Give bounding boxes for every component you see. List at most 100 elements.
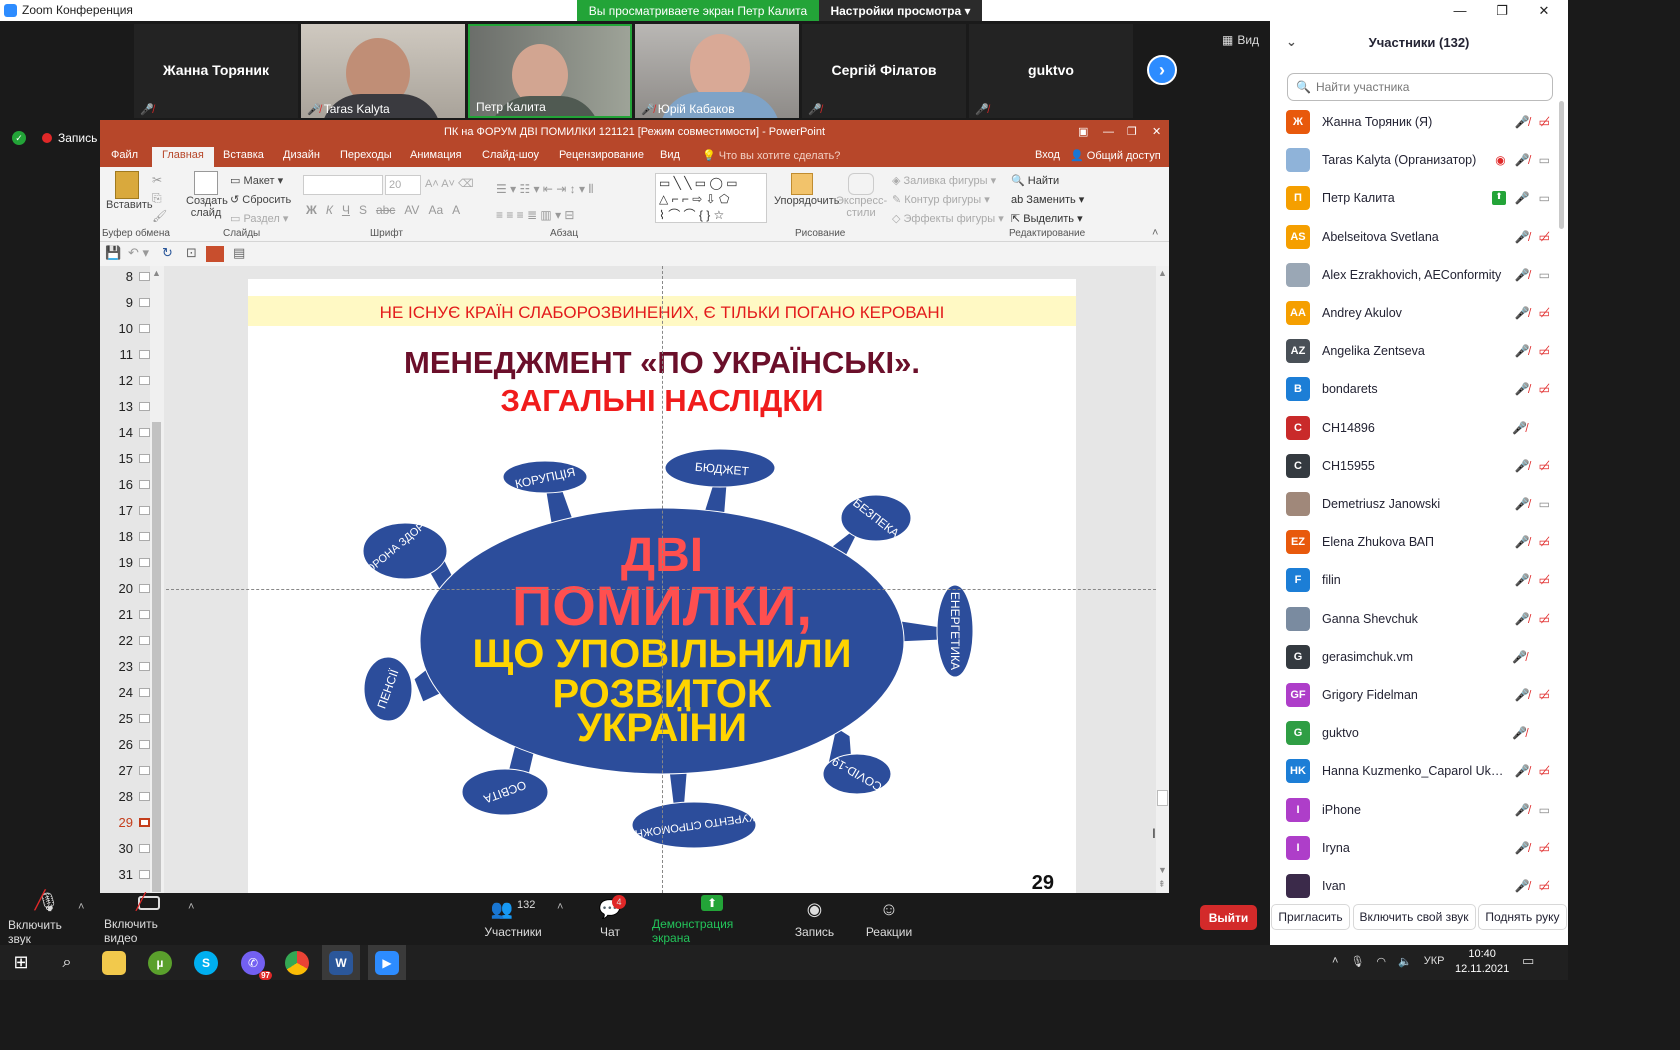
video-tile-petr[interactable]: Петр Калита	[468, 24, 632, 118]
tell-me-box[interactable]: 💡 Что вы хотите сделать?	[702, 149, 840, 162]
participant-row[interactable]: C CH15955 🎤̸ ▭̸	[1286, 447, 1558, 485]
next-page-arrow-icon[interactable]: ›	[1147, 55, 1177, 85]
view-switch-button[interactable]: ▦ Вид	[1222, 33, 1259, 47]
vertical-guide[interactable]	[662, 266, 663, 893]
utorrent-icon[interactable]: µ	[141, 945, 179, 980]
spacing-button[interactable]: AV	[404, 203, 419, 217]
raise-hand-button[interactable]: Поднять руку	[1478, 904, 1567, 930]
participant-row[interactable]: AZ Angelika Zentseva 🎤̸ ▭̸	[1286, 332, 1558, 370]
share-button[interactable]: 👤 Общий доступ	[1070, 149, 1161, 162]
unmute-me-button[interactable]: Включить свой звук	[1352, 904, 1476, 930]
collapse-panel-icon[interactable]: ⌄	[1286, 34, 1297, 50]
maximize-button[interactable]: ❐	[1482, 0, 1522, 21]
replace-button[interactable]: ab Заменить ▾	[1011, 191, 1084, 210]
close-button[interactable]: ✕	[1524, 0, 1564, 21]
participant-row[interactable]: Ggerasimchuk.vm 🎤̸	[1286, 638, 1558, 676]
quick-styles-button[interactable]: Экспресс-стили	[836, 173, 887, 219]
shape-outline-button[interactable]: ✎ Контур фигуры ▾	[892, 191, 1004, 210]
security-shield-icon[interactable]: ✓	[12, 131, 26, 145]
redo-icon[interactable]: ↻	[162, 245, 173, 261]
clock[interactable]: 10:40 12.11.2021	[1455, 947, 1509, 977]
underline-button[interactable]: Ч	[342, 203, 350, 217]
participant-row[interactable]: AA Andrey Akulov 🎤̸ ▭̸	[1286, 294, 1558, 332]
scroll-up-arrow-icon[interactable]: ▲	[1158, 268, 1167, 278]
recording-indicator[interactable]: Запись	[42, 131, 97, 145]
participants-button[interactable]: 👥 132 Участники	[478, 893, 548, 945]
tab-animation[interactable]: Анимация	[410, 149, 462, 161]
windows-start-icon[interactable]: ⊞	[2, 945, 40, 980]
slide-thumbnail-17[interactable]: 17	[100, 503, 150, 518]
select-button[interactable]: ⇱ Выделить ▾	[1011, 210, 1084, 229]
video-tile-guktvo[interactable]: guktvo 🎤̸	[969, 24, 1133, 118]
section-button[interactable]: ▭ Раздел ▾	[230, 210, 291, 229]
slide-thumbnail-29[interactable]: 29	[100, 815, 150, 830]
reset-button[interactable]: ↺ Сбросить	[230, 191, 291, 210]
prev-slide-icon[interactable]: ⇞	[1158, 879, 1166, 890]
participants-scrollbar[interactable]	[1559, 101, 1564, 229]
font-name-input[interactable]	[303, 175, 383, 195]
slideshow-color-icon[interactable]	[206, 246, 224, 262]
tab-home[interactable]: Главная	[152, 147, 214, 167]
viber-icon[interactable]: ✆ 97	[234, 945, 272, 980]
audio-options-chevron-icon[interactable]: ˄	[78, 901, 84, 913]
shape-effects-button[interactable]: ◇ Эффекты фигуры ▾	[892, 210, 1004, 229]
record-button[interactable]: ◉ Запись	[792, 893, 837, 945]
participant-row[interactable]: HK Hanna Kuzmenko_Caparol Ukrai... 🎤̸ ▭̸	[1286, 752, 1558, 790]
font-color-button[interactable]: A	[452, 203, 460, 217]
participant-row[interactable]: I Iryna 🎤̸ ▭̸	[1286, 829, 1558, 867]
slide-thumbnail-23[interactable]: 23	[100, 659, 150, 674]
slide-thumbnail-31[interactable]: 31	[100, 867, 150, 882]
start-video-button[interactable]: ╱ Включить видео	[104, 893, 194, 945]
participant-row[interactable]: Ganna Shevchuk 🎤̸ ▭̸	[1286, 600, 1558, 638]
canvas-scrollbar[interactable]: ▲ ▼ ⇞	[1156, 266, 1169, 893]
chrome-icon[interactable]	[278, 945, 316, 980]
signin-link[interactable]: Вход	[1035, 149, 1060, 161]
paragraph-buttons[interactable]: ☰ ▾ ☷ ▾ ⇤ ⇥ ↕ ▾ ⫴ ≡ ≡ ≡ ≣ ▥ ▾ ⊟	[496, 176, 593, 228]
ppt-close-button[interactable]: ✕	[1152, 120, 1161, 145]
participant-row[interactable]: Taras Kalyta (Организатор) ◉ 🎤̸ ▭	[1286, 141, 1558, 179]
arrange-button[interactable]: Упорядочить	[774, 173, 839, 207]
file-explorer-icon[interactable]	[95, 945, 133, 980]
scroll-up-arrow-icon[interactable]: ▲	[152, 268, 162, 278]
bold-button[interactable]: Ж	[306, 203, 317, 217]
tab-review[interactable]: Рецензирование	[559, 149, 644, 161]
new-slide-button[interactable]: Создать слайд	[186, 171, 228, 219]
slide-thumbnail-9[interactable]: 9	[100, 295, 150, 310]
participant-row[interactable]: C CH14896 🎤̸	[1286, 409, 1558, 447]
participant-row[interactable]: Bbondarets 🎤̸ ▭̸	[1286, 370, 1558, 408]
slide-thumbnail-26[interactable]: 26	[100, 737, 150, 752]
video-tile-zhanna[interactable]: Жанна Торяник 🎤̸	[134, 24, 298, 118]
italic-button[interactable]: К	[326, 203, 333, 217]
participant-row[interactable]: Gguktvo 🎤̸	[1286, 714, 1558, 752]
participant-row[interactable]: IiPhone 🎤̸ ▭	[1286, 791, 1558, 829]
strikethrough-button[interactable]: abc	[376, 203, 395, 217]
video-tile-taras[interactable]: 🎤̸ Taras Kalyta	[301, 24, 465, 118]
microphone-tray-icon[interactable]: 🎙	[1350, 955, 1364, 968]
participant-row[interactable]: AS Abelseitova Svetlana 🎤̸ ▭̸	[1286, 218, 1558, 256]
shapes-gallery[interactable]: ▭ ╲ ╲ ▭ ◯ ▭ △ ⌐ ⌐ ⇨ ⇩ ⬠ ⌇ ⌒ ⌒ { } ☆	[655, 173, 767, 223]
slide-thumbnail-28[interactable]: 28	[100, 789, 150, 804]
shadow-button[interactable]: S	[359, 203, 367, 217]
shape-fill-button[interactable]: ◈ Заливка фигуры ▾	[892, 172, 1004, 191]
tab-slideshow[interactable]: Слайд-шоу	[482, 149, 539, 161]
slide-thumbnail-27[interactable]: 27	[100, 763, 150, 778]
language-indicator[interactable]: УКР	[1424, 955, 1445, 968]
clipboard-small-icons[interactable]: ✂ ⎘ 🖌	[152, 171, 167, 225]
slide-thumbnail-15[interactable]: 15	[100, 451, 150, 466]
participant-search-input[interactable]: 🔍 Найти участника	[1287, 73, 1553, 101]
start-slideshow-icon[interactable]: ⊡	[186, 245, 197, 261]
tab-design[interactable]: Дизайн	[283, 149, 320, 161]
slide-thumbnail-14[interactable]: 14	[100, 425, 150, 440]
participant-row[interactable]: EZ Elena Zhukova ВАП 🎤̸ ▭̸	[1286, 523, 1558, 561]
search-icon[interactable]: ⌕	[48, 945, 86, 980]
ppt-minimize-button[interactable]: —	[1103, 120, 1114, 145]
slide-thumbnail-20[interactable]: 20	[100, 581, 150, 596]
find-button[interactable]: 🔍 Найти	[1011, 172, 1084, 191]
slide-thumbnail-11[interactable]: 11	[100, 347, 150, 362]
paste-button[interactable]: Вставить	[106, 171, 153, 211]
slide-thumbnail-12[interactable]: 12	[100, 373, 150, 388]
participant-row[interactable]: Demetriusz Janowski 🎤̸ ▭	[1286, 485, 1558, 523]
skype-icon[interactable]: S	[187, 945, 225, 980]
minimize-button[interactable]: —	[1440, 0, 1480, 21]
notifications-icon[interactable]: ▭	[1522, 953, 1534, 969]
